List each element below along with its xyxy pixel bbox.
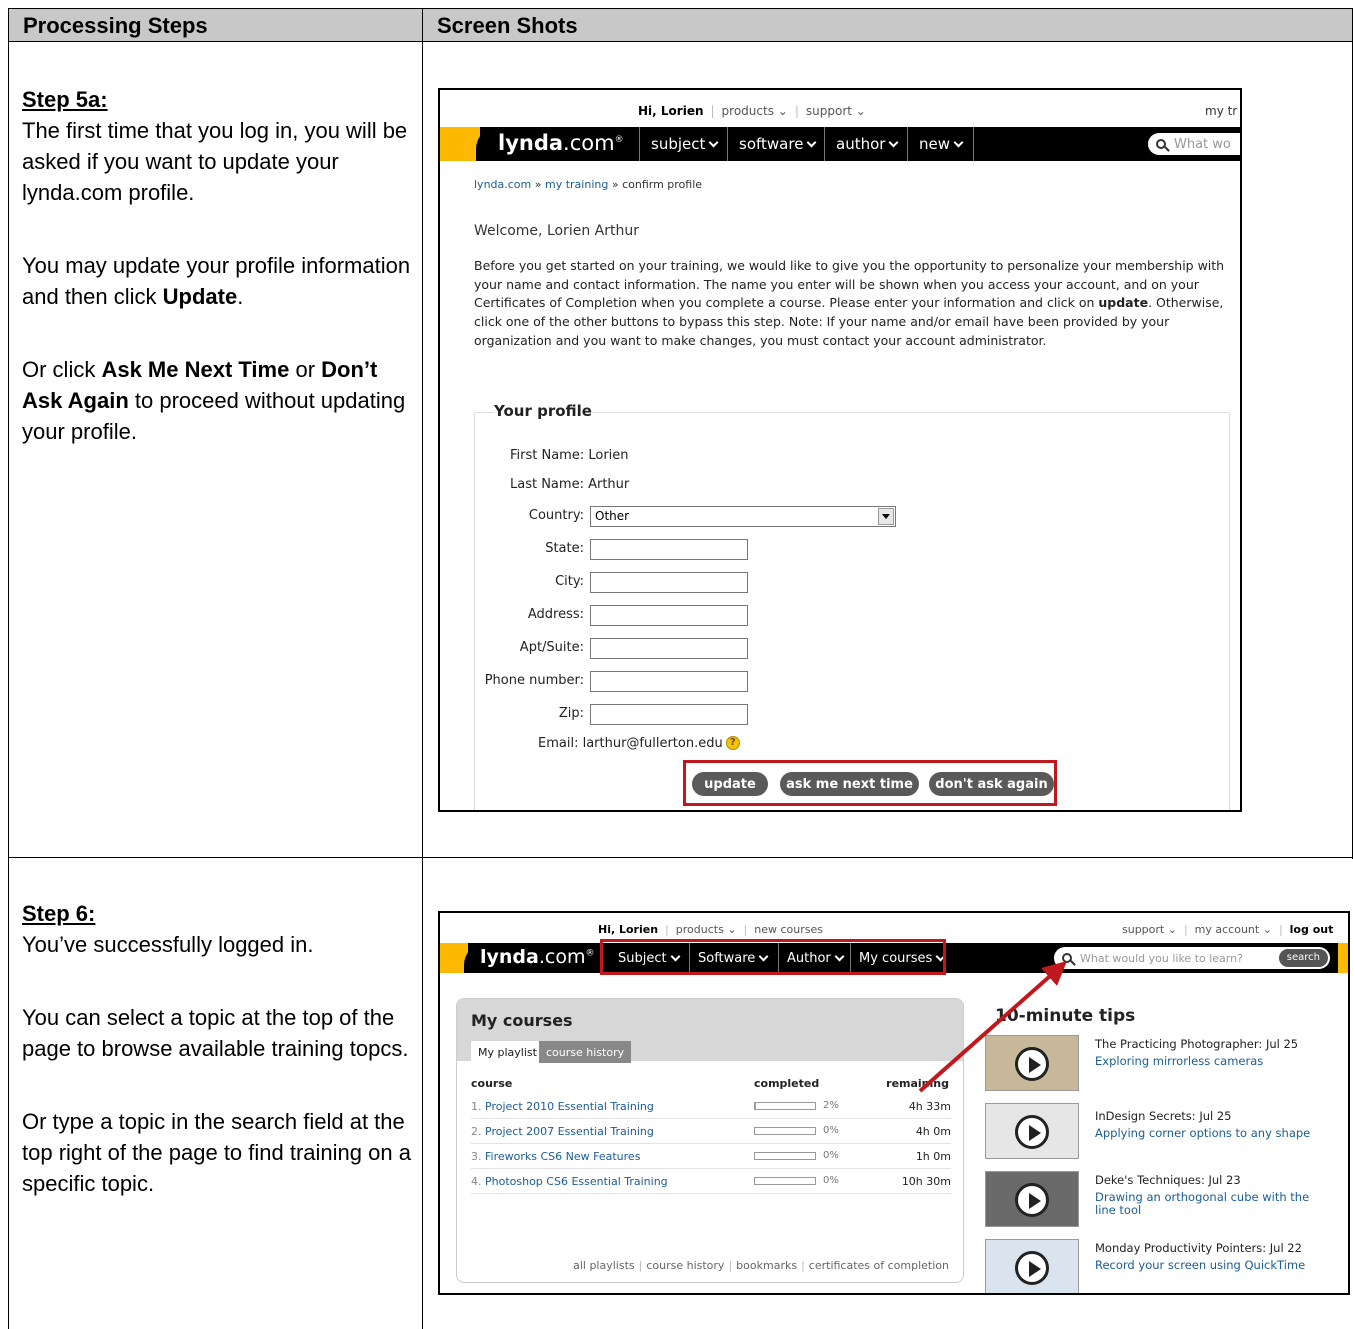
profile-fieldset (474, 412, 1230, 810)
greeting: Hi, Lorien (638, 104, 704, 118)
phone-field[interactable] (590, 671, 748, 692)
email-row: Email: larthur@fullerton.edu? (538, 736, 740, 751)
screenshot-home-page: Hi, Lorien | products ⌄ | new courses suppor… (438, 911, 1350, 1295)
step-5a-p1: The first time that you log in, you will… (22, 118, 408, 205)
step-5a-p2: You may update your profile information … (22, 253, 411, 309)
header-screen-shots: Screen Shots (422, 8, 1353, 42)
breadcrumb-current: confirm profile (622, 178, 703, 191)
city-label: City: (555, 574, 584, 589)
zip-field[interactable] (590, 704, 748, 725)
address-field[interactable] (590, 605, 748, 626)
ask-me-next-time-button[interactable]: ask me next time (780, 772, 919, 796)
table-divider-middle (422, 41, 423, 1329)
nav-subject[interactable]: subject (639, 127, 728, 161)
step-5a-p3: Or click Ask Me Next Time or Don’t Ask A… (22, 357, 406, 444)
step-5a-title: Step 5a: (22, 87, 108, 112)
screenshot-profile-page: Hi, Lorien | products ⌄ | support ⌄ my tr ly… (438, 88, 1242, 812)
brand-accent (440, 127, 480, 161)
step-6-text: Step 6: You’ve successfully logged in. Y… (22, 898, 412, 1241)
chevron-down-icon (888, 137, 899, 147)
top-links: Hi, Lorien | products ⌄ | support ⌄ (638, 104, 866, 118)
instruction-table: Processing Steps Screen Shots Step 5a: T… (8, 8, 1353, 1329)
phone-label: Phone number: (484, 673, 584, 688)
products-menu[interactable]: products (722, 104, 774, 118)
search-input[interactable]: What wo (1148, 133, 1240, 155)
update-button[interactable]: update (692, 772, 768, 796)
state-label: State: (545, 541, 584, 556)
chevron-down-icon (953, 137, 964, 147)
step-6-p1: You’ve successfully logged in. (22, 932, 314, 957)
country-label: Country: (528, 508, 584, 523)
dont-ask-again-button[interactable]: don't ask again (929, 772, 1054, 796)
apt-label: Apt/Suite: (519, 640, 584, 655)
breadcrumb-my-training[interactable]: my training (545, 178, 608, 191)
zip-label: Zip: (558, 706, 584, 721)
intro-text: Before you get started on your training,… (474, 258, 1225, 348)
first-name-value: First Name: Lorien (510, 448, 629, 463)
nav-software[interactable]: software (727, 127, 826, 161)
step-6-p2: You can select a topic at the top of the… (22, 1005, 409, 1061)
breadcrumb: lynda.com » my training » confirm profil… (474, 178, 703, 191)
page-title: Welcome, Lorien Arthur (474, 223, 639, 239)
step-6-p3: Or type a topic in the search field at t… (22, 1109, 411, 1196)
chevron-down-icon (806, 137, 817, 147)
nav-new[interactable]: new (907, 127, 975, 161)
my-training-link[interactable]: my tr (1205, 104, 1237, 118)
profile-legend: Your profile (494, 402, 592, 420)
breadcrumb-home[interactable]: lynda.com (474, 178, 531, 191)
state-field[interactable] (590, 539, 748, 560)
red-arrow-annotation (918, 961, 1067, 1093)
chevron-down-icon (708, 137, 719, 147)
header-processing-steps: Processing Steps (8, 8, 423, 42)
step-6-title: Step 6: (22, 901, 96, 926)
address-label: Address: (527, 607, 584, 622)
step-5a-text: Step 5a: The first time that you log in,… (22, 84, 412, 489)
table-border-left (8, 41, 9, 1329)
support-menu[interactable]: support (806, 104, 852, 118)
country-select[interactable]: Other (590, 506, 896, 527)
table-row-divider (8, 857, 1353, 858)
apt-field[interactable] (590, 638, 748, 659)
dropdown-arrow-icon (878, 508, 894, 525)
lynda-logo[interactable]: lynda.com® (498, 131, 624, 155)
last-name-value: Last Name: Arthur (510, 477, 630, 492)
main-nav-bar: lynda.com® subject software author new W… (440, 127, 1240, 161)
search-icon (1156, 139, 1166, 149)
city-field[interactable] (590, 572, 748, 593)
nav-author[interactable]: author (824, 127, 908, 161)
email-value: Email: larthur@fullerton.edu (538, 736, 723, 751)
help-icon[interactable]: ? (725, 736, 740, 750)
